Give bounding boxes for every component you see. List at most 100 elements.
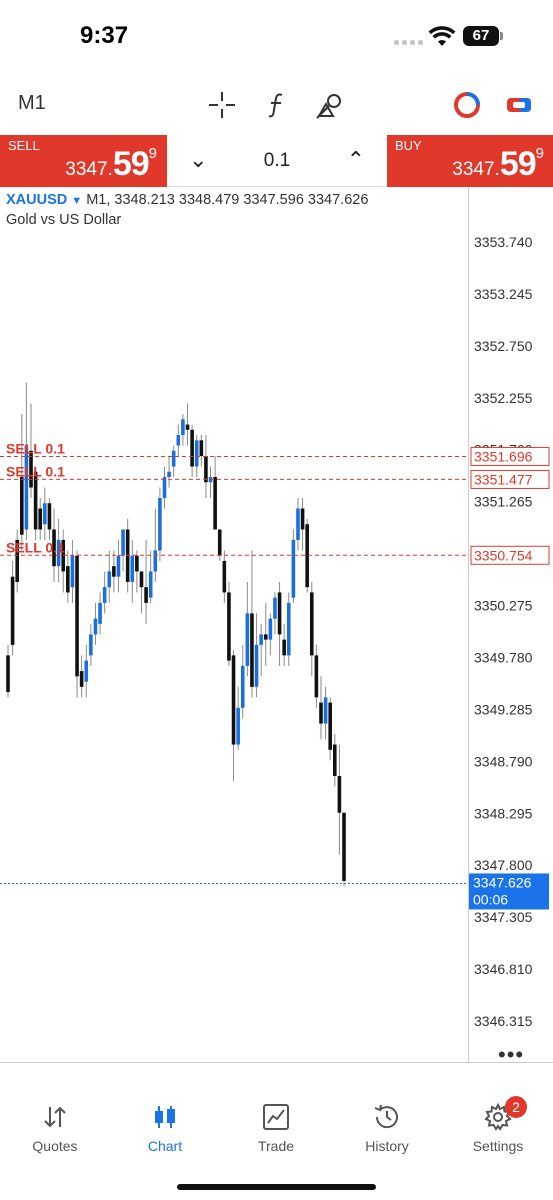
tab-trade[interactable]: Trade xyxy=(221,1090,331,1160)
tab-chart-label: Chart xyxy=(147,1138,183,1154)
candle-body xyxy=(148,571,153,598)
candle-body xyxy=(84,660,89,682)
candle-body xyxy=(328,702,332,750)
notification-badge: 2 xyxy=(505,1096,527,1118)
candle-body xyxy=(245,613,250,666)
y-tick-label: 3347.305 xyxy=(474,909,533,925)
candle-body xyxy=(282,639,286,656)
candle-body xyxy=(144,587,148,603)
order-label: SELL 0.1 xyxy=(6,463,65,479)
y-tick-label: 3348.295 xyxy=(474,805,533,821)
candle-body xyxy=(240,665,245,708)
y-tick-label: 3347.800 xyxy=(474,857,533,873)
candle-body xyxy=(79,671,84,687)
trade-icon xyxy=(263,1104,289,1130)
symbol-dropdown-icon[interactable]: ▼ xyxy=(71,195,82,207)
bar-countdown-label: 00:06 xyxy=(473,891,508,907)
candle-body xyxy=(70,555,75,588)
chart-canvas[interactable]: 3353.7403353.2453352.7503352.2553351.760… xyxy=(0,187,553,1072)
y-tick-label: 3349.285 xyxy=(474,701,533,717)
current-price-label: 3347.626 xyxy=(473,874,532,890)
candle-body xyxy=(130,555,135,582)
buy-label: BUY xyxy=(395,138,422,153)
sell-button[interactable]: SELL 3347.599 xyxy=(0,135,167,187)
timeframe-button[interactable]: M1 xyxy=(18,92,46,115)
candle-body xyxy=(20,477,24,535)
symbol-name[interactable]: XAUUSD xyxy=(6,192,67,208)
candle-body xyxy=(277,592,282,635)
candle-body xyxy=(231,655,236,745)
candle-body xyxy=(213,477,217,530)
candle-body xyxy=(263,634,268,640)
candle-body xyxy=(43,503,47,525)
x-tick-label: 13 Aug 05:21 xyxy=(286,1069,369,1072)
candle-body xyxy=(171,450,176,467)
candle-body xyxy=(153,550,158,572)
candle-body xyxy=(300,508,305,530)
candle-body xyxy=(185,424,190,430)
candle-body xyxy=(107,571,112,588)
candle-body xyxy=(286,602,291,656)
candle-body xyxy=(296,508,300,540)
more-options-icon[interactable]: ••• xyxy=(498,1042,524,1068)
one-click-trading-icon[interactable] xyxy=(452,90,482,120)
x-tick-label: 13 Aug 04:17 xyxy=(38,1069,121,1072)
battery-icon: 67 xyxy=(463,26,499,46)
candle-body xyxy=(194,440,199,467)
battery-tip xyxy=(500,32,503,40)
trade-bar: SELL 3347.599 ⌄ 0.1 ⌃ BUY 3347.599 xyxy=(0,135,553,187)
candle-body xyxy=(47,503,52,530)
candle-body xyxy=(227,592,231,661)
trade-toggle-icon[interactable] xyxy=(504,90,534,120)
status-bar: 9:37 67 xyxy=(0,0,553,72)
candle-body xyxy=(204,456,208,483)
tab-settings-label: Settings xyxy=(472,1138,524,1154)
candle-body xyxy=(158,497,162,551)
y-tick-label: 3353.740 xyxy=(474,234,533,250)
chart-candles-icon xyxy=(155,1106,175,1128)
tab-history[interactable]: History xyxy=(332,1090,442,1160)
y-tick-label: 3352.255 xyxy=(474,390,533,406)
crosshair-icon[interactable] xyxy=(207,90,237,120)
candle-body xyxy=(98,602,102,624)
home-indicator xyxy=(177,1184,376,1190)
candle-body xyxy=(236,707,240,745)
symbol-description: Gold vs US Dollar xyxy=(6,212,122,228)
objects-shapes-icon[interactable] xyxy=(315,90,345,120)
sell-label: SELL xyxy=(8,138,40,153)
candle-body xyxy=(254,644,259,687)
candle-body xyxy=(102,587,107,603)
ohlc-readout: M1, 3348.213 3348.479 3347.596 3347.626 xyxy=(86,192,369,208)
y-tick-label: 3346.810 xyxy=(474,961,533,977)
candle-body xyxy=(135,555,139,572)
candle-body xyxy=(323,697,328,724)
price-chart[interactable]: 3353.7403353.2453352.7503352.2553351.760… xyxy=(0,187,553,1072)
candle-body xyxy=(291,539,296,598)
candle-body xyxy=(259,634,263,645)
candle-body xyxy=(250,613,254,687)
volume-increase-icon[interactable]: ⌃ xyxy=(347,147,365,173)
cellular-signal-icon xyxy=(394,40,423,45)
y-tick-label: 3348.790 xyxy=(474,753,533,769)
candle-body xyxy=(116,555,121,577)
x-tick-label: 13 Aug 05:53 xyxy=(410,1069,493,1072)
tab-settings[interactable]: Settings 2 xyxy=(443,1090,553,1160)
indicators-function-icon[interactable] xyxy=(262,90,292,120)
candle-body xyxy=(167,471,171,478)
candle-body xyxy=(314,655,319,698)
candle-body xyxy=(190,429,194,467)
y-tick-label: 3346.315 xyxy=(474,1013,533,1029)
y-tick-label: 3351.265 xyxy=(474,494,533,510)
tab-chart[interactable]: Chart xyxy=(110,1090,220,1160)
buy-button[interactable]: BUY 3347.599 xyxy=(387,135,553,187)
candle-body xyxy=(309,592,314,656)
candle-body xyxy=(139,571,144,588)
tab-quotes[interactable]: Quotes xyxy=(0,1090,110,1160)
y-tick-label: 3352.750 xyxy=(474,338,533,354)
candle-body xyxy=(181,419,185,436)
quotes-arrows-icon xyxy=(44,1106,66,1128)
status-time: 9:37 xyxy=(80,22,129,49)
candle-body xyxy=(199,440,204,457)
y-tick-label: 3353.245 xyxy=(474,286,533,302)
candle-body xyxy=(89,634,93,656)
